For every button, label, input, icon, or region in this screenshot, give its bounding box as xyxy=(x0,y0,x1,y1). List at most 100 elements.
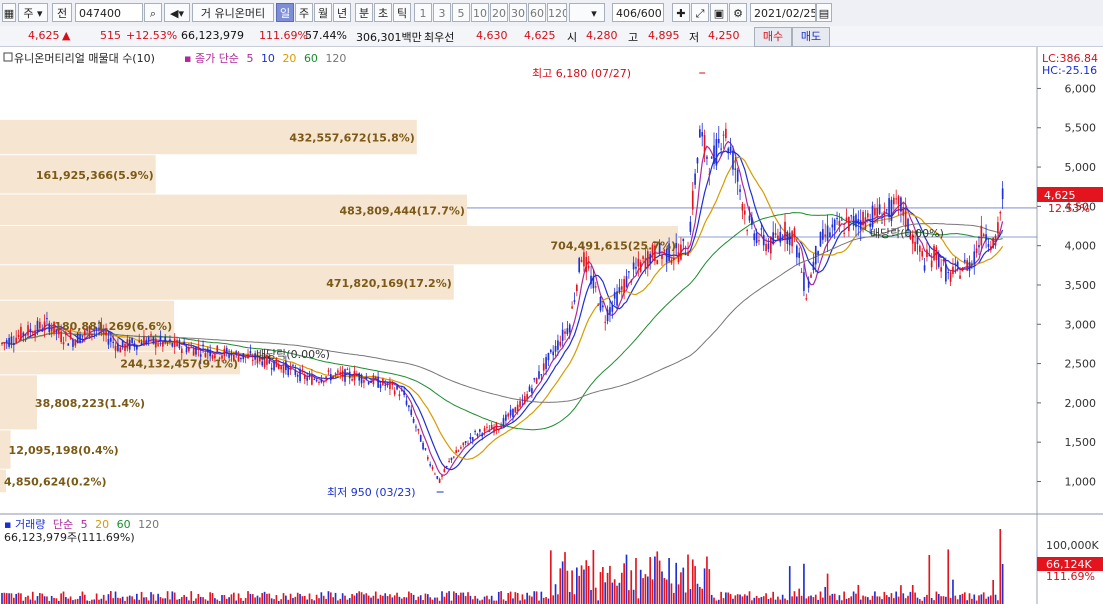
volume-bar xyxy=(251,594,254,604)
volume-bar xyxy=(620,572,623,604)
candle-body xyxy=(486,426,488,428)
candle-body xyxy=(971,263,973,265)
minute-1[interactable]: 1 xyxy=(414,3,432,22)
crosshair-icon[interactable]: ✚ xyxy=(672,3,690,22)
tab-tick[interactable]: 틱 xyxy=(393,3,411,22)
minute-120[interactable]: 120 xyxy=(547,3,567,22)
candle-body xyxy=(471,437,474,441)
candle-body xyxy=(708,173,711,175)
candle-body xyxy=(79,334,81,343)
candle-body xyxy=(687,251,689,256)
period-button[interactable]: 전 xyxy=(52,3,72,22)
calendar-icon[interactable]: ▤ xyxy=(816,3,832,22)
candle-body xyxy=(382,378,384,385)
search-icon[interactable]: ⌕ xyxy=(144,3,162,22)
candle-body xyxy=(140,342,143,346)
low-label: 저 xyxy=(689,31,700,44)
candle-body xyxy=(514,407,517,413)
gear-icon[interactable]: ⚙ xyxy=(729,3,747,22)
candle-body xyxy=(216,345,219,352)
market-select[interactable]: 주 ▾ xyxy=(18,3,48,22)
minute-5[interactable]: 5 xyxy=(452,3,470,22)
interval-select[interactable]: ▾ xyxy=(569,3,605,22)
volume-bar xyxy=(83,594,86,604)
volume-bar xyxy=(185,596,188,604)
volume-bar xyxy=(850,596,853,604)
candle-body xyxy=(767,243,770,250)
candle-body xyxy=(717,138,720,144)
menu-icon[interactable]: ▦ xyxy=(2,3,16,22)
stock-name-field[interactable]: 거 유니온머티 xyxy=(192,3,274,22)
candle-body xyxy=(715,138,718,166)
volume-bar xyxy=(412,594,415,604)
date-input[interactable]: 2021/02/25 xyxy=(750,3,816,22)
candle-body xyxy=(313,378,316,380)
volume-bar xyxy=(902,593,905,604)
volume-profile-label: 432,557,672(15.8%) xyxy=(289,132,414,145)
volume-bar xyxy=(159,597,162,604)
candle-body xyxy=(923,265,926,271)
candle-body xyxy=(542,363,545,371)
candle-body xyxy=(878,204,881,214)
candle-body xyxy=(43,321,46,330)
minute-3[interactable]: 3 xyxy=(433,3,451,22)
volume-bar xyxy=(687,554,689,604)
candle-body xyxy=(973,251,976,265)
volume-bar xyxy=(294,596,297,604)
bar-count-field[interactable]: 406/600 xyxy=(612,3,664,22)
tab-month[interactable]: 월 xyxy=(314,3,332,22)
candle-body xyxy=(479,429,481,432)
indicator-icon[interactable]: ⤢ xyxy=(691,3,709,22)
candle-body xyxy=(892,197,895,205)
volume-bar xyxy=(682,567,685,604)
volume-bar xyxy=(980,594,983,604)
minute-20[interactable]: 20 xyxy=(490,3,508,22)
volume-bar xyxy=(332,597,335,604)
candle-body xyxy=(495,422,498,431)
volume-bar xyxy=(916,597,919,604)
minute-10[interactable]: 10 xyxy=(471,3,489,22)
candle-body xyxy=(327,370,330,372)
candle-body xyxy=(599,296,602,311)
tab-minute[interactable]: 분 xyxy=(355,3,373,22)
candle-body xyxy=(240,357,242,360)
volume-bar xyxy=(561,561,564,604)
price-chart[interactable]: 4,850,624(0.2%) 12,095,198(0.4%) 38,808,22… xyxy=(0,47,1103,604)
volume-bar xyxy=(100,598,103,604)
minute-60[interactable]: 60 xyxy=(528,3,546,22)
tab-day[interactable]: 일 xyxy=(276,3,294,22)
volume-bar xyxy=(973,594,976,604)
volume-bar xyxy=(426,594,429,604)
tab-second[interactable]: 초 xyxy=(374,3,392,22)
tab-week[interactable]: 주 xyxy=(295,3,313,22)
candle-body xyxy=(874,208,876,216)
candle-body xyxy=(919,245,921,252)
tab-year[interactable]: 년 xyxy=(333,3,351,22)
sell-button[interactable]: 매도 xyxy=(792,27,830,47)
volume-bar xyxy=(249,593,252,604)
volume-bar xyxy=(5,593,8,604)
volume-bar xyxy=(344,595,346,604)
volume-bar xyxy=(55,598,58,604)
candle-body xyxy=(251,359,254,361)
candle-body xyxy=(706,156,708,159)
buy-button[interactable]: 매수 xyxy=(754,27,792,47)
volume-bar xyxy=(890,593,893,604)
volume-bar xyxy=(479,600,481,604)
speaker-icon[interactable]: ◀▾ xyxy=(164,3,190,22)
candle-body xyxy=(419,435,422,442)
volume-bar xyxy=(154,600,157,604)
candle-body xyxy=(516,404,519,412)
candle-body xyxy=(968,261,971,271)
candle-body xyxy=(370,381,372,383)
volume-bar xyxy=(840,600,843,604)
candle-body xyxy=(840,219,843,221)
volume-bar xyxy=(8,593,10,604)
volume-bar xyxy=(431,599,434,604)
save-icon[interactable]: ▣ xyxy=(710,3,728,22)
candle-body xyxy=(864,217,867,230)
stock-code-input[interactable]: 047400 xyxy=(75,3,143,22)
volume-bar xyxy=(199,596,202,604)
minute-30[interactable]: 30 xyxy=(509,3,527,22)
volume-bar xyxy=(602,567,604,604)
